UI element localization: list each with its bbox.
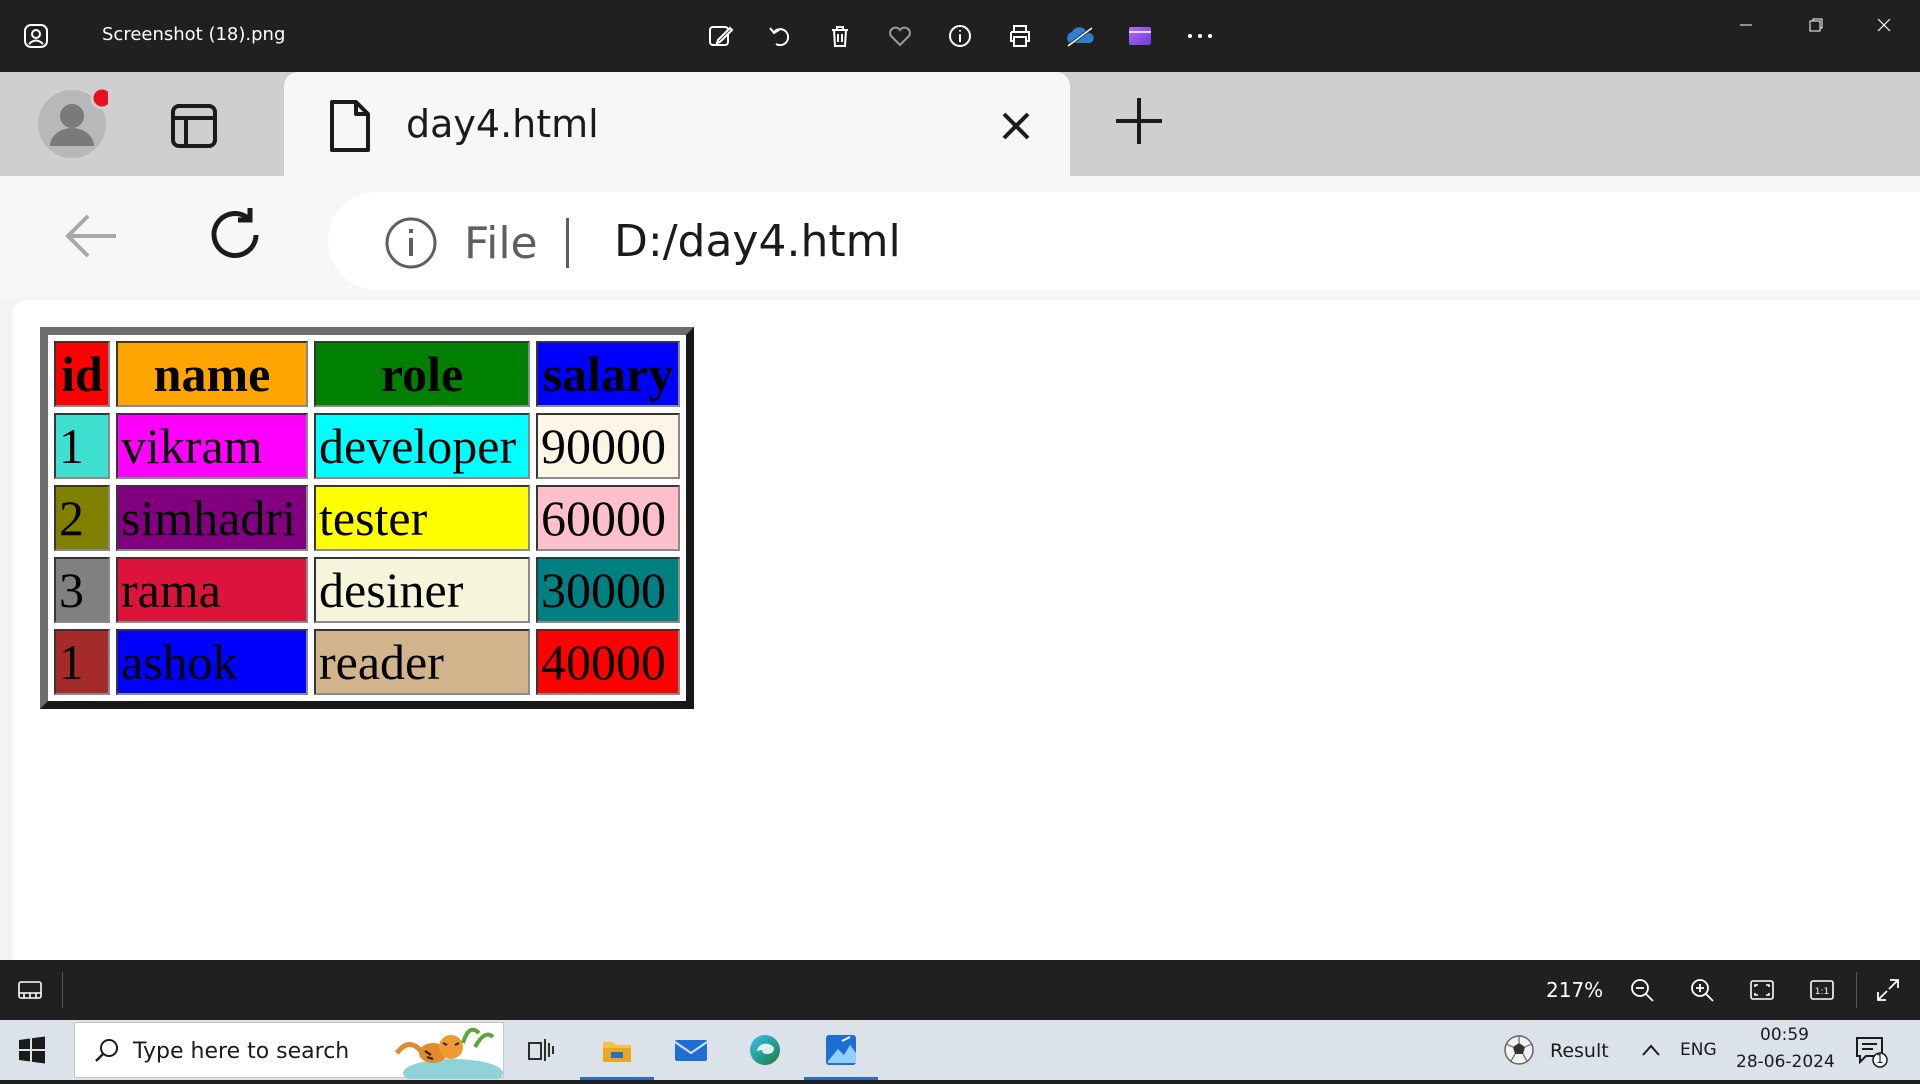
taskbar-search-box[interactable]: Type here to search <box>74 1022 504 1084</box>
filmstrip-icon[interactable] <box>14 974 46 1006</box>
table-cell-salary: 60000 <box>536 485 680 551</box>
document-icon <box>328 98 372 154</box>
search-icon <box>93 1037 121 1065</box>
employee-table: id name role salary 1 vikram developer 9000… <box>40 327 694 709</box>
tab-title: day4.html <box>406 102 599 146</box>
address-scheme: File <box>464 218 538 269</box>
chevron-up-icon[interactable] <box>1640 1040 1662 1060</box>
close-icon[interactable] <box>1860 10 1908 40</box>
address-separator <box>566 218 569 268</box>
weather-text[interactable]: Result <box>1550 1040 1609 1062</box>
table-cell-id: 1 <box>54 629 110 695</box>
photos-app-taskbar-icon[interactable] <box>804 1020 878 1080</box>
edge-browser-icon[interactable] <box>728 1020 802 1080</box>
zoom-level: 217% <box>1546 978 1604 1002</box>
table-cell-id: 3 <box>54 557 110 623</box>
photos-status-bar: 217% 1:1 <box>0 960 1920 1020</box>
more-options-icon[interactable] <box>1182 18 1218 54</box>
table-cell-name: vikram <box>116 413 308 479</box>
table-cell-salary: 90000 <box>536 413 680 479</box>
table-cell-role: reader <box>314 629 530 695</box>
search-highlight-tiger-icon[interactable] <box>393 1023 503 1084</box>
browser-tab-strip: day4.html <box>0 72 1920 178</box>
site-info-icon[interactable] <box>384 216 438 270</box>
profile-avatar[interactable] <box>36 86 114 160</box>
clock-time[interactable]: 00:59 <box>1760 1025 1809 1045</box>
table-row: 2 simhadri tester 60000 <box>54 485 680 551</box>
table-cell-name: rama <box>116 557 308 623</box>
tab-close-icon[interactable] <box>998 108 1034 144</box>
table-cell-role: tester <box>314 485 530 551</box>
table-row: 3 rama desiner 30000 <box>54 557 680 623</box>
windows-taskbar: Type here to search Result ENG 00:59 28-… <box>0 1020 1920 1084</box>
address-url[interactable]: D:/day4.html <box>614 216 901 267</box>
table-cell-name: simhadri <box>116 485 308 551</box>
table-row: 1 ashok reader 40000 <box>54 629 680 695</box>
table-cell-salary: 30000 <box>536 557 680 623</box>
tab-actions-icon[interactable] <box>170 102 218 150</box>
file-title: Screenshot (18).png <box>102 24 286 45</box>
back-arrow-icon[interactable] <box>62 210 120 262</box>
clock-date[interactable]: 28-06-2024 <box>1736 1052 1835 1072</box>
notification-count: 1 <box>1876 1052 1884 1066</box>
info-icon[interactable] <box>942 18 978 54</box>
header-cell-salary: salary <box>536 341 680 407</box>
new-tab-icon[interactable] <box>1112 94 1166 148</box>
minimize-icon[interactable] <box>1722 10 1770 40</box>
header-cell-role: role <box>314 341 530 407</box>
clipchamp-icon[interactable] <box>1122 18 1158 54</box>
status-divider <box>1856 972 1857 1008</box>
status-divider <box>62 972 63 1008</box>
svg-text:1:1: 1:1 <box>1815 987 1829 997</box>
address-bar[interactable]: File D:/day4.html <box>328 192 1920 290</box>
table-cell-salary: 40000 <box>536 629 680 695</box>
zoom-in-icon[interactable] <box>1686 974 1718 1006</box>
language-indicator[interactable]: ENG <box>1680 1040 1717 1060</box>
tab-day4[interactable]: day4.html <box>284 72 1070 178</box>
header-cell-id: id <box>54 341 110 407</box>
table-header-row: id name role salary <box>54 341 680 407</box>
refresh-icon[interactable] <box>206 206 264 264</box>
restore-icon[interactable] <box>1792 10 1840 40</box>
favorite-icon[interactable] <box>882 18 918 54</box>
image-viewport[interactable]: day4.html File D:/day4.html id name role… <box>0 72 1920 960</box>
weather-icon[interactable] <box>1502 1033 1536 1067</box>
windows-start-icon[interactable] <box>18 1036 48 1066</box>
task-view-icon[interactable] <box>504 1020 578 1080</box>
table-cell-id: 1 <box>54 413 110 479</box>
search-placeholder: Type here to search <box>133 1039 350 1064</box>
delete-icon[interactable] <box>822 18 858 54</box>
actual-size-icon[interactable]: 1:1 <box>1806 974 1838 1006</box>
zoom-out-icon[interactable] <box>1626 974 1658 1006</box>
fit-to-window-icon[interactable] <box>1746 974 1778 1006</box>
print-icon[interactable] <box>1002 18 1038 54</box>
table-cell-role: desiner <box>314 557 530 623</box>
table-cell-id: 2 <box>54 485 110 551</box>
table-cell-name: ashok <box>116 629 308 695</box>
edit-image-icon[interactable] <box>702 18 738 54</box>
fullscreen-icon[interactable] <box>1872 974 1904 1006</box>
header-cell-name: name <box>116 341 308 407</box>
browser-toolbar: File D:/day4.html <box>0 176 1920 298</box>
onedrive-icon[interactable] <box>1062 18 1098 54</box>
mail-icon[interactable] <box>654 1020 728 1080</box>
web-page-content: id name role salary 1 vikram developer 9000… <box>12 300 1920 960</box>
file-explorer-icon[interactable] <box>580 1020 654 1080</box>
table-cell-role: developer <box>314 413 530 479</box>
photos-title-bar: Screenshot (18).png <box>0 0 1920 72</box>
table-row: 1 vikram developer 90000 <box>54 413 680 479</box>
photos-app-icon <box>22 22 50 50</box>
rotate-icon[interactable] <box>762 18 798 54</box>
